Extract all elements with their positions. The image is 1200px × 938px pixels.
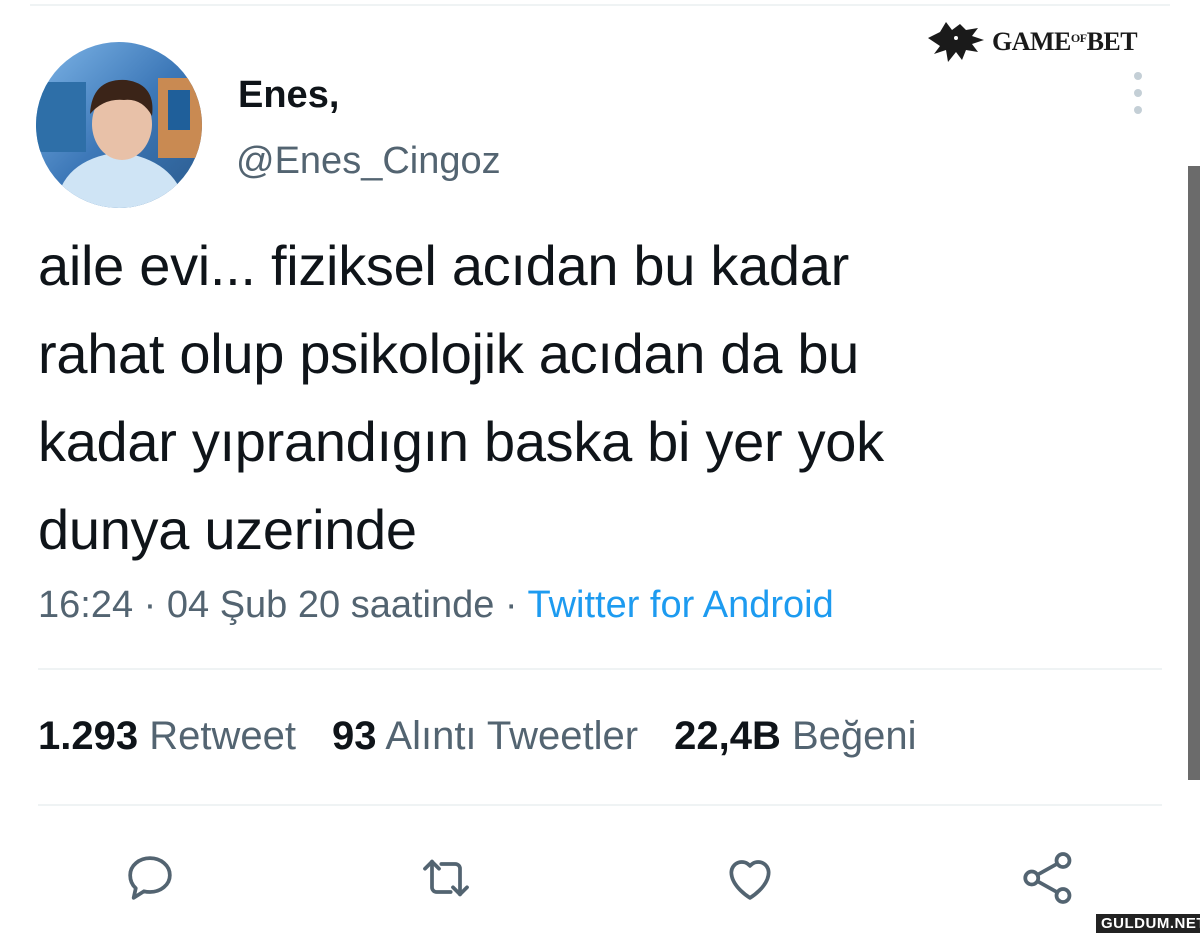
reply-button[interactable] — [120, 848, 180, 908]
gameofbet-watermark: GAMEOFBET — [926, 18, 1138, 66]
divider — [38, 804, 1162, 806]
like-label: Beğeni — [791, 714, 917, 758]
meta-separator: · — [494, 584, 528, 626]
guldum-watermark: GULDUM.NET — [1096, 914, 1200, 933]
like-icon — [729, 860, 771, 900]
meta-separator: · — [133, 584, 167, 626]
scrollbar[interactable] — [1188, 166, 1200, 780]
quote-label: Alıntı Tweetler — [385, 714, 639, 758]
share-icon — [1023, 852, 1072, 904]
tweet-line: aile evi... fiziksel acıdan bu kadar — [38, 234, 849, 297]
retweet-count: 1.293 — [38, 714, 139, 758]
tweet-date[interactable]: 04 Şub 20 saatinde — [167, 584, 495, 626]
tweet-line: rahat olup psikolojik acıdan da bu — [38, 322, 860, 385]
divider — [38, 668, 1162, 670]
share-button[interactable] — [1018, 848, 1078, 908]
tweet-line: dunya uzerinde — [38, 498, 417, 561]
tweet-line: kadar yıprandıgın baska bi yer yok — [38, 410, 884, 473]
tweet-detail-page: GAMEOFBET Enes, @Enes_Cingoz aile evi...… — [0, 0, 1200, 938]
retweet-icon — [423, 859, 469, 897]
top-divider — [30, 4, 1170, 6]
more-options-icon[interactable] — [1124, 72, 1152, 114]
like-count: 22,4B — [674, 714, 781, 758]
like-button[interactable] — [720, 848, 780, 908]
tweet-source-link[interactable]: Twitter for Android — [527, 584, 833, 626]
author-handle[interactable]: @Enes_Cingoz — [236, 140, 501, 183]
quote-stat[interactable]: 93 Alıntı Tweetler — [332, 714, 638, 758]
reply-icon — [128, 856, 172, 900]
retweet-stat[interactable]: 1.293 Retweet — [38, 714, 296, 758]
tweet-text: aile evi... fiziksel acıdan bu kadar rah… — [38, 222, 1078, 574]
author-name[interactable]: Enes, — [238, 74, 339, 117]
retweet-button[interactable] — [416, 848, 476, 908]
wolf-head-icon — [928, 22, 984, 62]
like-stat[interactable]: 22,4B Beğeni — [674, 714, 916, 758]
avatar[interactable] — [36, 42, 202, 208]
watermark-text: GAMEOFBET — [992, 27, 1138, 56]
tweet-time[interactable]: 16:24 — [38, 584, 133, 626]
engagement-stats: 1.293 Retweet 93 Alıntı Tweetler 22,4B Beğ… — [38, 714, 917, 759]
profile-photo — [36, 42, 202, 208]
tweet-metadata: 16:24 · 04 Şub 20 saatinde · Twitter for… — [38, 584, 834, 627]
retweet-label: Retweet — [149, 714, 296, 758]
quote-count: 93 — [331, 714, 377, 758]
